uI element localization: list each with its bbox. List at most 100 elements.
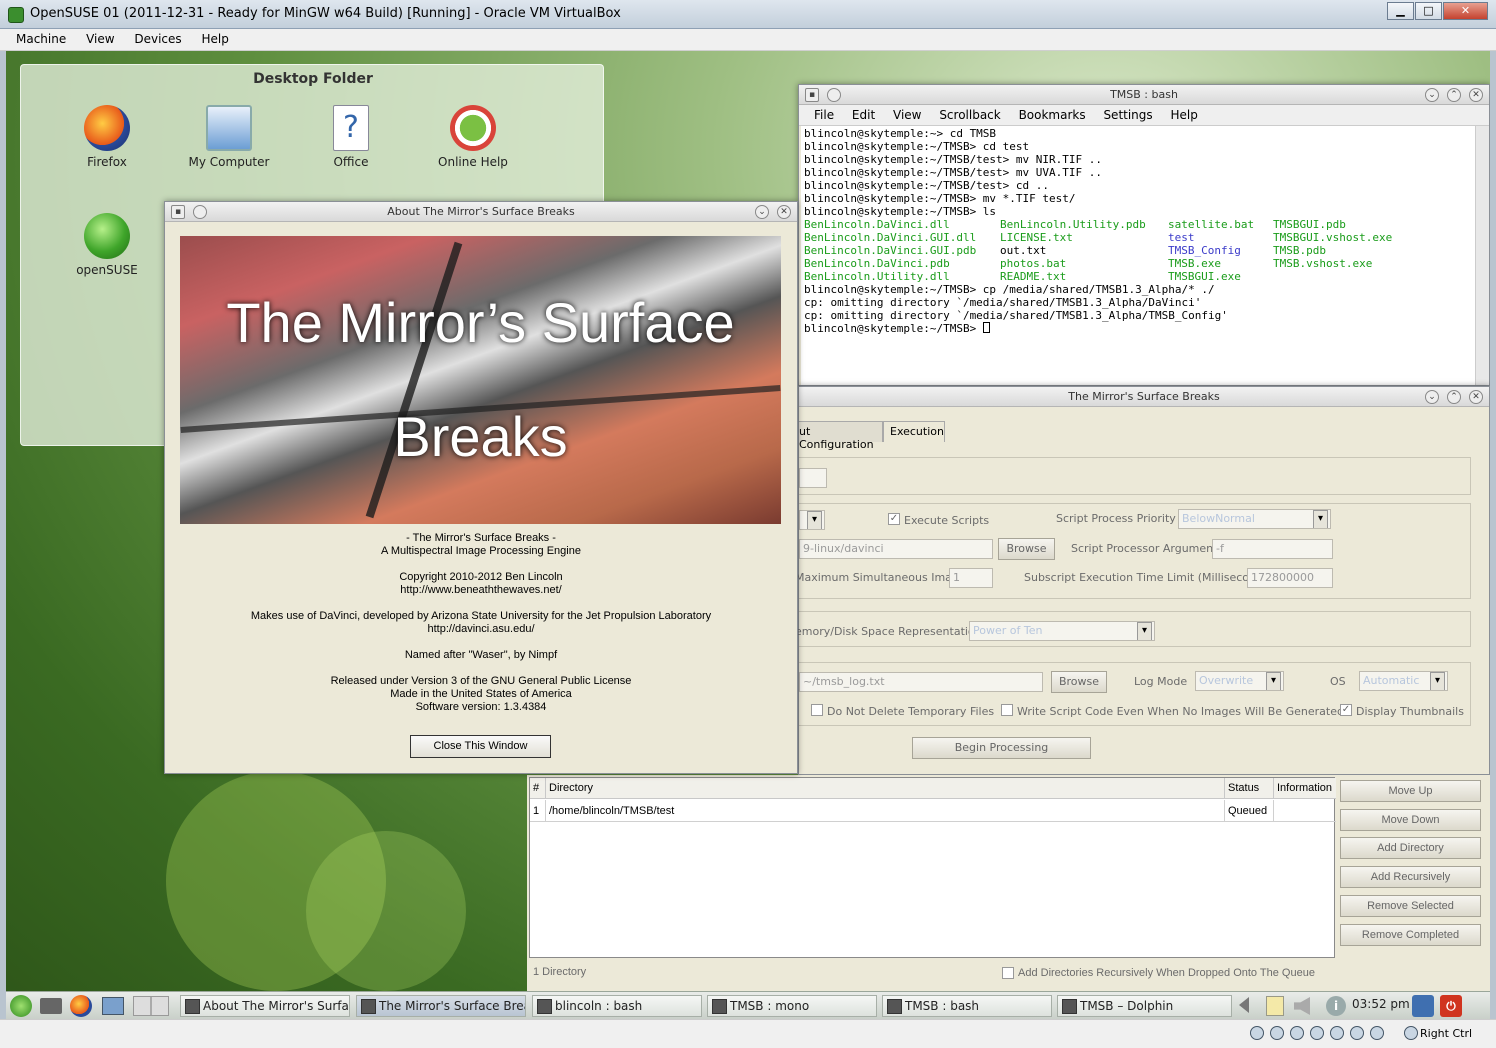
task-dolphin[interactable]: TMSB – Dolphin <box>1057 995 1232 1017</box>
app-icon[interactable]: ▪ <box>171 205 185 219</box>
task-tmsb[interactable]: The Mirror's Surface Brea <box>356 995 526 1017</box>
tray-arrow-icon[interactable] <box>1239 997 1249 1013</box>
tab-input-configuration[interactable]: ut Configuration <box>799 421 883 451</box>
menu-scrollback[interactable]: Scrollback <box>932 105 1007 125</box>
window-menu-button[interactable] <box>827 88 841 102</box>
script-args-field[interactable]: -f <box>1212 539 1333 559</box>
kickoff-menu-icon[interactable] <box>10 995 32 1017</box>
task-tmsb-bash[interactable]: TMSB : bash <box>882 995 1052 1017</box>
menu-machine[interactable]: Machine <box>8 29 74 49</box>
minimize-button[interactable]: ⌄ <box>1425 88 1439 102</box>
table-cell[interactable]: /home/blincoln/TMSB/test <box>546 800 1225 822</box>
volume-icon[interactable] <box>1294 997 1310 1015</box>
execute-scripts-checkbox[interactable]: ✓ <box>888 513 900 525</box>
no-delete-temp-checkbox[interactable] <box>811 704 823 716</box>
info-icon[interactable]: i <box>1326 996 1346 1016</box>
close-window-button[interactable]: Close This Window <box>410 735 551 758</box>
menu-help[interactable]: Help <box>194 29 237 49</box>
terminal-output[interactable]: blincoln@skytemple:~> cd TMSB blincoln@sk… <box>801 126 1475 385</box>
minimize-button[interactable]: ▁ <box>1387 2 1414 20</box>
browse-button[interactable]: Browse <box>998 538 1055 560</box>
write-script-checkbox[interactable] <box>1001 704 1013 716</box>
tmsb-titlebar: The Mirror's Surface Breaks <box>799 387 1489 407</box>
add-recursively-button[interactable]: Add Recursively <box>1340 866 1481 888</box>
memory-representation-select[interactable]: Power of Ten <box>969 621 1155 641</box>
network-icon[interactable] <box>1310 1026 1324 1040</box>
remove-selected-button[interactable]: Remove Selected <box>1340 895 1481 917</box>
column-header[interactable]: # <box>530 778 546 799</box>
os-select[interactable]: Automatic <box>1359 671 1448 691</box>
menu-edit[interactable]: Edit <box>845 105 882 125</box>
usb-icon[interactable] <box>1290 1026 1304 1040</box>
display-icon[interactable] <box>1350 1026 1364 1040</box>
recursive-drop-checkbox[interactable] <box>1002 967 1014 979</box>
partial-dropdown[interactable] <box>799 510 825 530</box>
minimize-button[interactable]: ⌄ <box>755 205 769 219</box>
close-button[interactable]: ✕ <box>1469 88 1483 102</box>
time-limit-field[interactable]: 172800000 <box>1247 568 1333 588</box>
lock-screen-icon[interactable] <box>1412 995 1434 1017</box>
table-cell[interactable]: Queued <box>1225 800 1274 822</box>
menu-bookmarks[interactable]: Bookmarks <box>1012 105 1093 125</box>
queue-table[interactable]: # Directory Status Information 1 /home/b… <box>529 777 1336 958</box>
clock[interactable]: 03:52 pm <box>1352 997 1410 1011</box>
desktop-icon-firefox[interactable]: Firefox <box>52 105 162 169</box>
task-blincoln-bash[interactable]: blincoln : bash <box>532 995 702 1017</box>
terminal-icon[interactable]: ▪ <box>805 88 819 102</box>
menu-help[interactable]: Help <box>1163 105 1204 125</box>
remove-completed-button[interactable]: Remove Completed <box>1340 924 1481 946</box>
log-browse-button[interactable]: Browse <box>1051 671 1107 693</box>
desktop-icon-online-help[interactable]: Online Help <box>418 105 528 169</box>
move-down-button[interactable]: Move Down <box>1340 809 1481 831</box>
tab-execution[interactable]: Execution <box>883 421 945 442</box>
mouse-integration-icon[interactable] <box>1370 1026 1384 1040</box>
menu-view[interactable]: View <box>78 29 122 49</box>
partial-field[interactable] <box>799 468 827 488</box>
desktop-icon-office[interactable]: ? Office <box>296 105 406 169</box>
menu-file[interactable]: File <box>807 105 841 125</box>
menu-settings[interactable]: Settings <box>1096 105 1159 125</box>
desktop-icon-my-computer[interactable]: My Computer <box>174 105 284 169</box>
about-link[interactable]: http://www.beneaththewaves.net/ <box>165 584 797 597</box>
optical-drive-icon[interactable] <box>1270 1026 1284 1040</box>
davinci-path-field[interactable]: 9-linux/davinci <box>799 539 993 559</box>
power-icon[interactable]: ⏻ <box>1440 995 1462 1017</box>
task-about[interactable]: About The Mirror's Surfac <box>180 995 350 1017</box>
add-directory-button[interactable]: Add Directory <box>1340 837 1481 859</box>
table-cell[interactable] <box>1274 800 1336 822</box>
begin-processing-button[interactable]: Begin Processing <box>912 737 1091 759</box>
maximize-button[interactable]: ⌃ <box>1447 88 1461 102</box>
log-mode-select[interactable]: Overwrite <box>1195 671 1284 691</box>
max-images-field[interactable]: 1 <box>949 568 993 588</box>
column-header[interactable]: Information <box>1274 778 1336 799</box>
column-header[interactable]: Status <box>1225 778 1274 799</box>
hard-disk-icon[interactable] <box>1250 1026 1264 1040</box>
close-button[interactable]: ✕ <box>777 205 791 219</box>
klipper-icon[interactable] <box>1266 996 1284 1016</box>
close-button[interactable]: ✕ <box>1469 390 1483 404</box>
task-tmsb-mono[interactable]: TMSB : mono <box>707 995 877 1017</box>
menu-devices[interactable]: Devices <box>126 29 189 49</box>
desktop-icon-opensuse[interactable]: openSUSE <box>52 213 162 277</box>
pager-icon[interactable] <box>133 996 169 1016</box>
host-key-icon[interactable] <box>1404 1026 1418 1040</box>
file-manager-icon[interactable] <box>102 997 124 1015</box>
script-priority-select[interactable]: BelowNormal <box>1178 509 1331 529</box>
window-menu-button[interactable] <box>193 205 207 219</box>
move-up-button[interactable]: Move Up <box>1340 780 1481 802</box>
about-link[interactable]: http://davinci.asu.edu/ <box>165 623 797 636</box>
log-path-field[interactable]: ~/tmsb_log.txt <box>799 672 1043 692</box>
maximize-button[interactable]: ⌃ <box>1447 390 1461 404</box>
shared-folders-icon[interactable] <box>1330 1026 1344 1040</box>
firefox-icon[interactable] <box>70 995 92 1017</box>
display-thumbnails-checkbox[interactable]: ✓ <box>1340 704 1352 716</box>
device-notifier-icon[interactable] <box>40 998 62 1014</box>
column-header[interactable]: Directory <box>546 778 1225 799</box>
maximize-button[interactable]: □ <box>1415 2 1442 20</box>
terminal-scrollbar[interactable] <box>1475 126 1489 385</box>
close-button[interactable]: ✕ <box>1443 2 1488 20</box>
minimize-button[interactable]: ⌄ <box>1425 390 1439 404</box>
table-cell[interactable]: 1 <box>530 800 546 822</box>
menu-view[interactable]: View <box>886 105 928 125</box>
tmsb-window: The Mirror's Surface Breaks ⌄ ⌃ ✕ ut Con… <box>795 386 1490 775</box>
